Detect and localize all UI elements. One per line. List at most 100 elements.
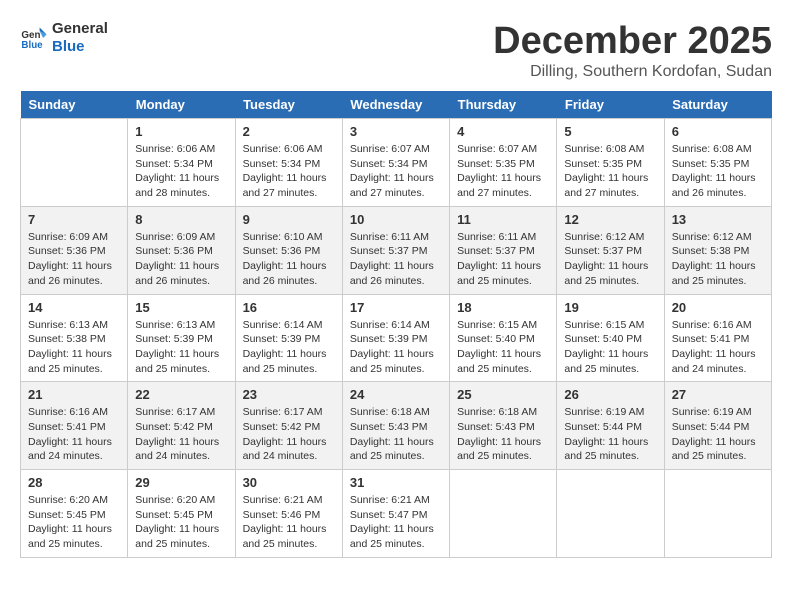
col-header-sunday: Sunday <box>21 91 128 119</box>
day-info: Sunrise: 6:15 AMSunset: 5:40 PMDaylight:… <box>564 318 656 377</box>
day-number: 23 <box>243 387 335 402</box>
day-number: 11 <box>457 212 549 227</box>
day-number: 28 <box>28 475 120 490</box>
month-title: December 2025 <box>493 20 772 63</box>
day-cell: 20 Sunrise: 6:16 AMSunset: 5:41 PMDayligh… <box>664 294 771 382</box>
day-number: 16 <box>243 300 335 315</box>
day-number: 18 <box>457 300 549 315</box>
day-cell: 10 Sunrise: 6:11 AMSunset: 5:37 PMDayligh… <box>342 206 449 294</box>
day-number: 10 <box>350 212 442 227</box>
day-cell: 8Sunrise: 6:09 AMSunset: 5:36 PMDaylight… <box>128 206 235 294</box>
day-cell: 5 Sunrise: 6:08 AMSunset: 5:35 PMDaylight… <box>557 119 664 207</box>
col-header-thursday: Thursday <box>450 91 557 119</box>
title-area: December 2025 Dilling, Southern Kordofan… <box>493 20 772 81</box>
header-row: SundayMondayTuesdayWednesdayThursdayFrid… <box>21 91 772 119</box>
day-number: 8 <box>135 212 227 227</box>
day-info: Sunrise: 6:19 AMSunset: 5:44 PMDaylight:… <box>672 405 764 464</box>
logo-line1: General <box>52 20 108 38</box>
day-cell: 15Sunrise: 6:13 AMSunset: 5:39 PMDayligh… <box>128 294 235 382</box>
col-header-wednesday: Wednesday <box>342 91 449 119</box>
logo: Gen Blue General Blue <box>20 20 108 56</box>
day-info: Sunrise: 6:11 AMSunset: 5:37 PMDaylight:… <box>457 230 549 289</box>
header: Gen Blue General Blue December 2025 Dill… <box>20 20 772 81</box>
day-number: 17 <box>350 300 442 315</box>
day-info: Sunrise: 6:12 AMSunset: 5:38 PMDaylight:… <box>672 230 764 289</box>
day-cell: 26Sunrise: 6:19 AMSunset: 5:44 PMDayligh… <box>557 382 664 470</box>
day-cell: 19Sunrise: 6:15 AMSunset: 5:40 PMDayligh… <box>557 294 664 382</box>
day-number: 27 <box>672 387 764 402</box>
day-number: 12 <box>564 212 656 227</box>
day-cell: 31Sunrise: 6:21 AMSunset: 5:47 PMDayligh… <box>342 470 449 558</box>
day-number: 9 <box>243 212 335 227</box>
day-number: 5 <box>564 124 656 139</box>
day-number: 29 <box>135 475 227 490</box>
day-number: 22 <box>135 387 227 402</box>
day-info: Sunrise: 6:16 AMSunset: 5:41 PMDaylight:… <box>28 405 120 464</box>
day-cell: 7Sunrise: 6:09 AMSunset: 5:36 PMDaylight… <box>21 206 128 294</box>
week-row-4: 21 Sunrise: 6:16 AMSunset: 5:41 PMDayligh… <box>21 382 772 470</box>
day-info: Sunrise: 6:17 AMSunset: 5:42 PMDaylight:… <box>135 405 227 464</box>
day-number: 3 <box>350 124 442 139</box>
day-cell: 13 Sunrise: 6:12 AMSunset: 5:38 PMDayligh… <box>664 206 771 294</box>
day-info: Sunrise: 6:06 AMSunset: 5:34 PMDaylight:… <box>243 142 335 201</box>
day-number: 31 <box>350 475 442 490</box>
day-cell: 18 Sunrise: 6:15 AMSunset: 5:40 PMDayligh… <box>450 294 557 382</box>
day-info: Sunrise: 6:11 AMSunset: 5:37 PMDaylight:… <box>350 230 442 289</box>
day-cell: 30 Sunrise: 6:21 AMSunset: 5:46 PMDayligh… <box>235 470 342 558</box>
day-info: Sunrise: 6:20 AMSunset: 5:45 PMDaylight:… <box>135 493 227 552</box>
day-cell: 4 Sunrise: 6:07 AMSunset: 5:35 PMDaylight… <box>450 119 557 207</box>
day-info: Sunrise: 6:21 AMSunset: 5:46 PMDaylight:… <box>243 493 335 552</box>
day-cell: 14Sunrise: 6:13 AMSunset: 5:38 PMDayligh… <box>21 294 128 382</box>
day-number: 7 <box>28 212 120 227</box>
day-info: Sunrise: 6:12 AMSunset: 5:37 PMDaylight:… <box>564 230 656 289</box>
col-header-friday: Friday <box>557 91 664 119</box>
week-row-5: 28 Sunrise: 6:20 AMSunset: 5:45 PMDayligh… <box>21 470 772 558</box>
day-info: Sunrise: 6:08 AMSunset: 5:35 PMDaylight:… <box>672 142 764 201</box>
day-number: 30 <box>243 475 335 490</box>
day-number: 13 <box>672 212 764 227</box>
day-info: Sunrise: 6:10 AMSunset: 5:36 PMDaylight:… <box>243 230 335 289</box>
week-row-3: 14Sunrise: 6:13 AMSunset: 5:38 PMDayligh… <box>21 294 772 382</box>
day-info: Sunrise: 6:18 AMSunset: 5:43 PMDaylight:… <box>350 405 442 464</box>
logo-icon: Gen Blue <box>20 24 48 52</box>
day-cell <box>664 470 771 558</box>
day-number: 6 <box>672 124 764 139</box>
day-info: Sunrise: 6:14 AMSunset: 5:39 PMDaylight:… <box>243 318 335 377</box>
svg-text:Blue: Blue <box>21 40 43 51</box>
day-number: 14 <box>28 300 120 315</box>
day-cell: 22 Sunrise: 6:17 AMSunset: 5:42 PMDayligh… <box>128 382 235 470</box>
week-row-2: 7Sunrise: 6:09 AMSunset: 5:36 PMDaylight… <box>21 206 772 294</box>
day-info: Sunrise: 6:15 AMSunset: 5:40 PMDaylight:… <box>457 318 549 377</box>
day-number: 25 <box>457 387 549 402</box>
day-cell <box>557 470 664 558</box>
day-cell: 21 Sunrise: 6:16 AMSunset: 5:41 PMDayligh… <box>21 382 128 470</box>
day-cell: 6 Sunrise: 6:08 AMSunset: 5:35 PMDaylight… <box>664 119 771 207</box>
day-cell: 12 Sunrise: 6:12 AMSunset: 5:37 PMDayligh… <box>557 206 664 294</box>
day-cell: 25 Sunrise: 6:18 AMSunset: 5:43 PMDayligh… <box>450 382 557 470</box>
day-number: 1 <box>135 124 227 139</box>
day-cell <box>450 470 557 558</box>
day-info: Sunrise: 6:18 AMSunset: 5:43 PMDaylight:… <box>457 405 549 464</box>
day-info: Sunrise: 6:20 AMSunset: 5:45 PMDaylight:… <box>28 493 120 552</box>
day-cell <box>21 119 128 207</box>
calendar-table: SundayMondayTuesdayWednesdayThursdayFrid… <box>20 91 772 558</box>
day-info: Sunrise: 6:07 AMSunset: 5:34 PMDaylight:… <box>350 142 442 201</box>
day-cell: 1Sunrise: 6:06 AMSunset: 5:34 PMDaylight… <box>128 119 235 207</box>
day-info: Sunrise: 6:17 AMSunset: 5:42 PMDaylight:… <box>243 405 335 464</box>
day-number: 2 <box>243 124 335 139</box>
day-number: 20 <box>672 300 764 315</box>
day-cell: 11 Sunrise: 6:11 AMSunset: 5:37 PMDayligh… <box>450 206 557 294</box>
col-header-saturday: Saturday <box>664 91 771 119</box>
day-cell: 2 Sunrise: 6:06 AMSunset: 5:34 PMDaylight… <box>235 119 342 207</box>
day-info: Sunrise: 6:19 AMSunset: 5:44 PMDaylight:… <box>564 405 656 464</box>
day-cell: 16 Sunrise: 6:14 AMSunset: 5:39 PMDayligh… <box>235 294 342 382</box>
day-info: Sunrise: 6:08 AMSunset: 5:35 PMDaylight:… <box>564 142 656 201</box>
col-header-tuesday: Tuesday <box>235 91 342 119</box>
day-cell: 23 Sunrise: 6:17 AMSunset: 5:42 PMDayligh… <box>235 382 342 470</box>
location-title: Dilling, Southern Kordofan, Sudan <box>493 63 772 81</box>
day-info: Sunrise: 6:07 AMSunset: 5:35 PMDaylight:… <box>457 142 549 201</box>
day-number: 21 <box>28 387 120 402</box>
day-number: 4 <box>457 124 549 139</box>
day-info: Sunrise: 6:16 AMSunset: 5:41 PMDaylight:… <box>672 318 764 377</box>
day-info: Sunrise: 6:14 AMSunset: 5:39 PMDaylight:… <box>350 318 442 377</box>
